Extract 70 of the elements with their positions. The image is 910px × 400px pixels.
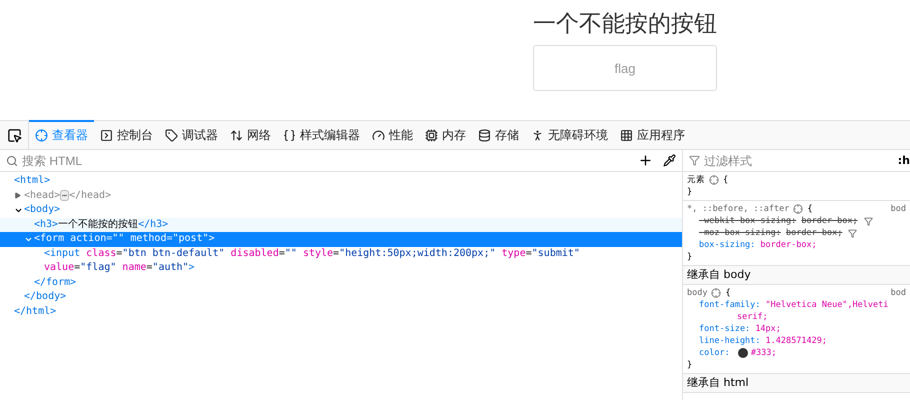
devtools-tab[interactable]: 网络: [224, 120, 277, 149]
inspector-icon: [35, 129, 48, 142]
css-property-value[interactable]: border-box;: [786, 227, 842, 239]
devtools-tab[interactable]: 应用程序: [614, 120, 691, 149]
css-property-name[interactable]: -moz-box-sizing:: [699, 227, 781, 239]
css-property-value[interactable]: 1.428571429;: [766, 335, 827, 347]
css-value-continuation: serif;: [736, 311, 769, 323]
closing-tag: </html>: [14, 304, 56, 319]
open-brace: {: [807, 203, 812, 215]
rule-selector: body: [687, 287, 708, 299]
devtools-tab[interactable]: 无障碍环境: [525, 120, 614, 149]
devtools-tab[interactable]: 内存: [419, 120, 472, 149]
pseudo-class-toggle[interactable]: :h: [898, 154, 910, 167]
markup-line[interactable]: <html>: [0, 174, 682, 188]
filter-icon[interactable]: [848, 228, 858, 238]
target-icon[interactable]: [711, 288, 722, 298]
target-icon[interactable]: [793, 204, 804, 214]
gauge-icon: [372, 129, 385, 142]
css-property-value[interactable]: #333;: [750, 347, 776, 359]
markup-line[interactable]: <input class="btn btn-default" disabled="" style="height:50px;width:200px;" type="submit" value="flag" name="auth">: [0, 246, 682, 276]
open-brace: {: [723, 174, 728, 186]
arrows-icon: [230, 129, 243, 142]
page-heading: 一个不能按的按钮: [533, 10, 717, 39]
tag-icon: [165, 129, 178, 142]
closing-tag: </body>: [24, 290, 66, 304]
filter-field[interactable]: 过滤样式: [704, 154, 894, 168]
close-brace: }: [687, 251, 694, 263]
css-property-name[interactable]: line-height:: [699, 335, 760, 347]
devtools-tab[interactable]: 性能: [366, 120, 419, 149]
color-swatch[interactable]: [738, 348, 748, 358]
inherited-header: 继承自 html: [683, 374, 910, 393]
chip-icon: [425, 129, 438, 142]
markup-line[interactable]: <body>: [0, 203, 682, 218]
grid-icon: [620, 129, 633, 142]
person-icon: [531, 129, 544, 142]
css-property-name[interactable]: font-family:: [699, 299, 760, 311]
element-picker-icon[interactable]: [6, 128, 22, 142]
css-property-value[interactable]: 14px;: [755, 323, 781, 335]
collapse-icon[interactable]: [14, 192, 21, 200]
inherited-header: 继承自 body: [683, 266, 910, 285]
devtools-tab[interactable]: 存储: [472, 120, 525, 149]
search-icon: [6, 154, 18, 166]
css-property-name[interactable]: -webkit-box-sizing:: [699, 215, 796, 227]
css-property-name[interactable]: color:: [699, 347, 730, 359]
filter-icon: [689, 155, 700, 166]
database-icon: [478, 129, 491, 142]
close-brace: }: [687, 186, 694, 198]
devtools-tab[interactable]: 样式编辑器: [277, 120, 366, 149]
closing-tag: </form>: [34, 276, 76, 290]
css-property-value[interactable]: border-box;: [760, 239, 817, 251]
filter-icon[interactable]: [864, 216, 873, 226]
rule-source[interactable]: bod: [890, 203, 906, 215]
rule-source[interactable]: bod: [890, 287, 906, 299]
braces-icon: [283, 129, 296, 142]
css-property-value[interactable]: "Helvetica Neue",Helveti: [766, 299, 888, 311]
open-brace: {: [725, 287, 731, 299]
eyedropper-icon[interactable]: [663, 154, 676, 167]
rule-selector: 元素: [687, 174, 705, 186]
devtools-tab[interactable]: 控制台: [94, 120, 159, 149]
devtools-tab[interactable]: 调试器: [159, 120, 224, 149]
css-property-name[interactable]: box-sizing:: [699, 239, 756, 251]
css-property-name[interactable]: font-size:: [699, 323, 750, 335]
markup-line[interactable]: <head> ⋯ </head>: [0, 188, 682, 203]
rule-selector: *, ::before, ::after: [687, 203, 790, 215]
target-icon[interactable]: [709, 175, 719, 185]
search-field[interactable]: 搜索 HTML: [22, 154, 634, 168]
add-icon[interactable]: [638, 153, 653, 168]
console-icon: [100, 129, 113, 142]
close-brace: }: [687, 359, 694, 371]
css-property-value[interactable]: border-box;: [801, 215, 858, 227]
